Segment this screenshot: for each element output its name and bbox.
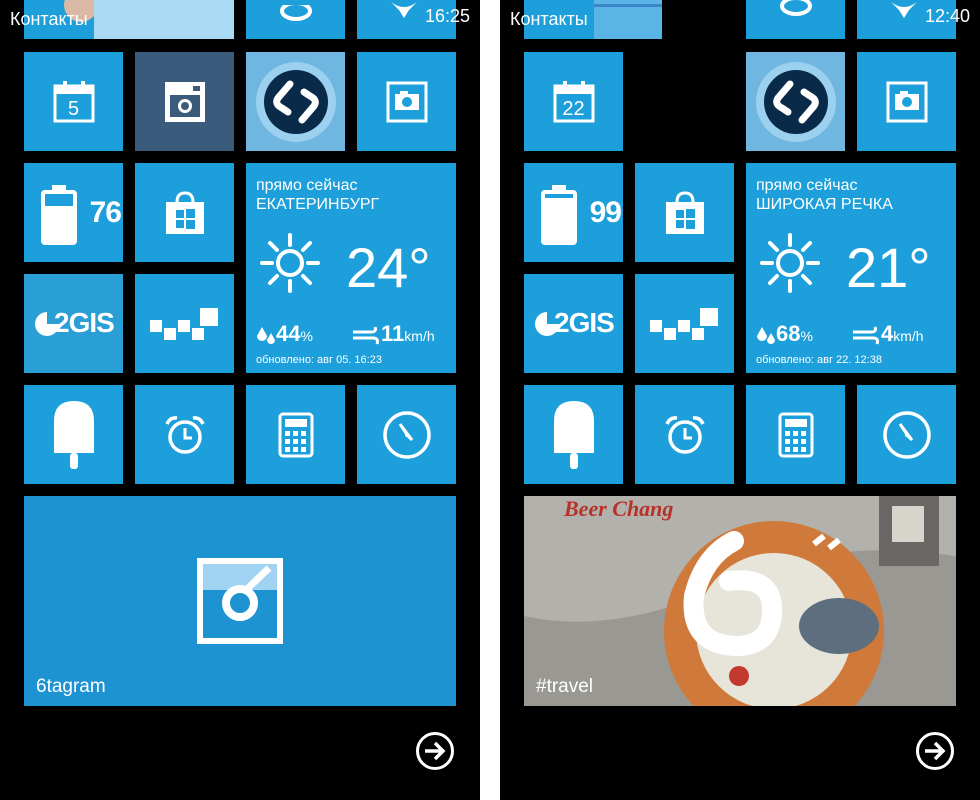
taxi-tile[interactable] [635, 274, 734, 373]
arrow-right-icon [425, 741, 446, 761]
photos-icon [886, 81, 927, 122]
weather-humidity: 68% [776, 321, 813, 346]
status-time: 16:25 [424, 6, 470, 26]
weather-updated: обновлено: авг 05. 16:23 [256, 354, 382, 366]
photos-tile[interactable] [357, 52, 456, 151]
calculator-tile[interactable] [746, 385, 845, 484]
wind-icon [853, 326, 879, 345]
battery-tile[interactable]: 99 [524, 163, 623, 262]
weather-tile[interactable]: прямо сейчас ЕКАТЕРИНБУРГ 24° 44% 11km/h… [246, 163, 456, 373]
ie-icon [780, 0, 812, 16]
weather-city: ШИРОКАЯ РЕЧКА [756, 196, 893, 213]
weather-wind: 4km/h [881, 321, 924, 346]
divider [480, 0, 500, 800]
all-apps-button[interactable] [916, 732, 954, 770]
battery-percent: 99 [589, 196, 622, 229]
weather-updated: обновлено: авг 22. 12:38 [756, 354, 882, 366]
bird-icon [391, 2, 417, 18]
contacts-label: Контакты [10, 9, 88, 29]
calculator-icon [778, 412, 813, 457]
tshirt-photo: Beer Chang [524, 496, 956, 706]
humidity-icon [757, 327, 775, 344]
weather-temperature: 21° [846, 236, 931, 299]
compass-icon [382, 410, 431, 459]
phone-screen-left: Контакты 16:25 5 76 прямо сейчас ЕКАТЕРИ… [0, 0, 480, 800]
shazam-tile[interactable] [246, 52, 345, 151]
store-tile[interactable] [635, 163, 734, 262]
compass-tile[interactable] [357, 385, 456, 484]
arrow-right-icon [925, 741, 946, 761]
gis-tile[interactable]: 2GIS [524, 274, 623, 373]
store-icon [665, 190, 704, 234]
bird-icon [891, 2, 917, 18]
gis-label: 2GIS [554, 307, 615, 338]
weather-now-label: прямо сейчас [256, 177, 358, 194]
shazam-tile[interactable] [746, 52, 845, 151]
sun-icon [760, 233, 820, 293]
photos-tile[interactable] [857, 52, 956, 151]
6tagram-tile[interactable]: 6tagram [24, 496, 456, 706]
calculator-tile[interactable] [246, 385, 345, 484]
status-time: 12:40 [924, 6, 970, 26]
sun-icon [260, 233, 320, 293]
ie-tile[interactable] [246, 0, 345, 39]
photos-icon [386, 81, 427, 122]
weather-now-label: прямо сейчас [756, 177, 858, 194]
popsicle-tile[interactable] [24, 385, 123, 484]
photo-text: Beer Chang [563, 496, 673, 521]
calendar-day: 22 [562, 98, 585, 120]
wind-icon [353, 326, 379, 345]
battery-tile[interactable]: 76 [24, 163, 123, 262]
hashtag-label: #travel [536, 676, 594, 697]
instagram-icon [164, 81, 205, 122]
gis-label: 2GIS [54, 307, 115, 338]
calendar-tile[interactable]: 22 [524, 52, 623, 151]
all-apps-button[interactable] [416, 732, 454, 770]
compass-tile[interactable] [857, 385, 956, 484]
popsicle-icon [553, 400, 594, 469]
shazam-icon [755, 61, 836, 142]
weather-temperature: 24° [346, 236, 431, 299]
taxi-icon [149, 307, 218, 340]
6tagram-photo-tile[interactable]: Beer Chang #travel [524, 496, 956, 706]
calendar-day: 5 [67, 98, 80, 120]
taxi-icon [649, 307, 718, 340]
weather-humidity: 44% [276, 321, 313, 346]
alarm-tile[interactable] [135, 385, 234, 484]
instagram-tile[interactable] [135, 52, 234, 151]
shazam-icon [255, 61, 336, 142]
popsicle-icon [53, 400, 94, 469]
6tagram-icon [197, 558, 283, 644]
popsicle-tile[interactable] [524, 385, 623, 484]
battery-icon [541, 185, 577, 245]
battery-icon [41, 185, 77, 245]
store-tile[interactable] [135, 163, 234, 262]
battery-percent: 76 [89, 196, 122, 229]
alarm-icon [664, 415, 705, 454]
taxi-tile[interactable] [135, 274, 234, 373]
humidity-icon [257, 327, 275, 344]
ie-tile[interactable] [746, 0, 845, 39]
compass-icon [882, 410, 931, 459]
gis-tile[interactable]: 2GIS [24, 274, 123, 373]
alarm-icon [164, 415, 205, 454]
ie-icon [279, 5, 312, 21]
calculator-icon [278, 412, 313, 457]
weather-tile[interactable]: прямо сейчас ШИРОКАЯ РЕЧКА 21° 68% 4km/h… [746, 163, 956, 373]
calendar-tile[interactable]: 5 [24, 52, 123, 151]
phone-screen-right: Контакты 12:40 22 99 прямо сейчас ШИРОКА… [500, 0, 980, 800]
6tagram-label: 6tagram [36, 676, 106, 697]
contacts-label: Контакты [510, 9, 588, 29]
store-icon [165, 190, 204, 234]
weather-city: ЕКАТЕРИНБУРГ [256, 196, 380, 213]
weather-wind: 11km/h [381, 321, 435, 346]
alarm-tile[interactable] [635, 385, 734, 484]
